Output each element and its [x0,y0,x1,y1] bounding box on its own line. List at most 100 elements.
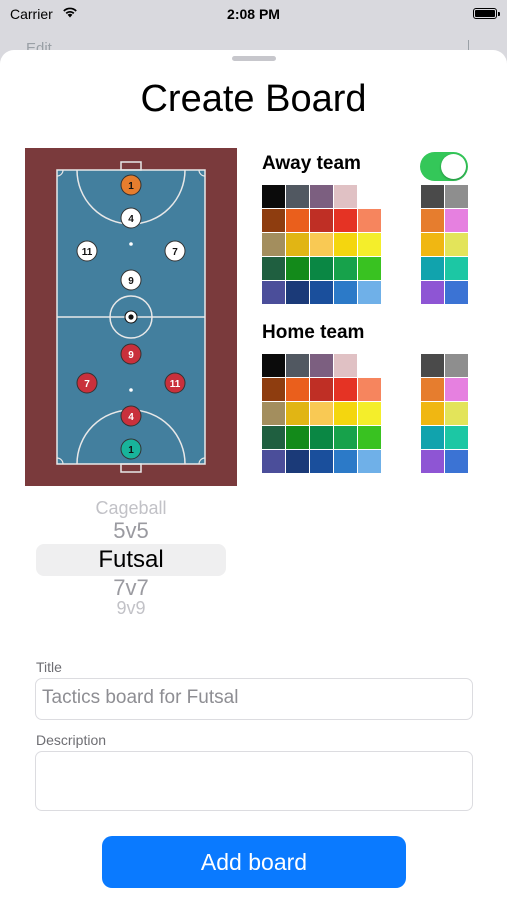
home-player-token[interactable]: 9 [120,343,142,365]
away-team-color-swatch[interactable] [286,281,309,304]
picker-option[interactable]: Cageball [36,498,226,519]
home-team-color-swatch[interactable] [445,402,468,425]
home-team-color-swatch[interactable] [358,426,381,449]
home-team-color-swatch[interactable] [334,402,357,425]
svg-text:11: 11 [170,379,181,390]
away-team-color-swatch[interactable] [286,209,309,232]
away-team-color-swatch[interactable] [421,257,444,280]
home-team-color-swatch[interactable] [334,378,357,401]
home-team-color-swatch[interactable] [310,450,333,473]
home-team-color-swatch[interactable] [286,426,309,449]
away-player-token[interactable]: 11 [76,240,98,262]
home-player-token[interactable]: 11 [164,372,186,394]
away-team-color-swatch[interactable] [334,281,357,304]
away-team-color-swatch[interactable] [445,257,468,280]
home-team-color-swatch[interactable] [286,450,309,473]
away-team-color-swatch[interactable] [358,185,381,208]
home-team-color-swatch[interactable] [262,402,285,425]
away-team-color-swatch[interactable] [286,233,309,256]
home-team-color-swatch[interactable] [421,426,444,449]
home-team-color-swatch[interactable] [262,354,285,377]
title-field[interactable]: Tactics board for Futsal [35,678,473,720]
away-team-color-swatch[interactable] [445,209,468,232]
away-team-color-swatch[interactable] [310,257,333,280]
away-team-color-swatch[interactable] [358,233,381,256]
home-team-color-swatch[interactable] [445,378,468,401]
away-team-color-swatch[interactable] [358,281,381,304]
picker-option[interactable]: 5v5 [36,518,226,544]
away-team-color-swatch[interactable] [334,209,357,232]
ball-token[interactable] [124,310,138,324]
home-team-color-swatch[interactable] [421,450,444,473]
picker-option[interactable]: 9v9 [36,598,226,614]
away-team-color-swatch[interactable] [262,209,285,232]
away-team-color-swatch[interactable] [445,233,468,256]
home-player-token[interactable]: 4 [120,405,142,427]
away-team-color-swatch[interactable] [334,257,357,280]
title-field-label: Title [36,659,62,675]
home-team-color-swatch[interactable] [445,354,468,377]
away-team-color-swatch[interactable] [421,233,444,256]
away-team-color-swatch[interactable] [421,281,444,304]
away-team-color-swatch[interactable] [262,185,285,208]
home-team-color-swatch[interactable] [358,450,381,473]
away-team-color-swatch[interactable] [310,281,333,304]
home-team-color-swatch[interactable] [262,378,285,401]
home-player-token[interactable]: 1 [120,438,142,460]
away-team-color-swatch[interactable] [310,209,333,232]
away-team-color-swatch[interactable] [262,281,285,304]
home-team-color-swatch[interactable] [310,402,333,425]
away-team-color-swatch[interactable] [262,257,285,280]
home-team-color-swatch[interactable] [286,402,309,425]
home-team-color-swatch[interactable] [310,378,333,401]
clock: 2:08 PM [227,6,280,22]
home-team-color-swatch[interactable] [334,450,357,473]
home-team-color-swatch[interactable] [286,378,309,401]
picker-option-selected[interactable]: Futsal [36,546,226,574]
away-team-color-swatch[interactable] [421,185,444,208]
home-team-color-swatch[interactable] [421,378,444,401]
away-team-color-swatch[interactable] [358,257,381,280]
home-team-color-swatch[interactable] [334,426,357,449]
away-team-color-swatch[interactable] [286,257,309,280]
svg-text:1: 1 [128,181,134,192]
home-team-color-swatch[interactable] [262,450,285,473]
battery-icon [473,8,500,19]
away-team-color-grid [262,185,382,305]
home-team-color-swatch[interactable] [286,354,309,377]
home-team-color-swatch[interactable] [310,354,333,377]
board-type-picker[interactable]: Cageball 5v5 Futsal 7v7 9v9 [36,498,226,620]
home-team-color-swatch[interactable] [445,450,468,473]
home-team-color-swatch[interactable] [334,354,357,377]
status-bar: Carrier 2:08 PM [0,0,507,28]
away-team-toggle[interactable] [420,152,468,181]
away-team-color-swatch[interactable] [334,185,357,208]
away-team-color-swatch[interactable] [358,209,381,232]
add-board-button[interactable]: Add board [102,836,406,888]
home-team-color-swatch[interactable] [310,426,333,449]
home-team-color-swatch[interactable] [358,402,381,425]
away-team-color-swatch[interactable] [310,185,333,208]
away-team-color-swatch[interactable] [310,233,333,256]
home-team-color-swatch[interactable] [262,426,285,449]
away-player-token[interactable]: 7 [164,240,186,262]
sheet-grabber[interactable] [232,56,276,61]
description-field[interactable] [35,751,473,811]
away-team-color-swatch[interactable] [421,209,444,232]
home-team-color-swatch[interactable] [358,354,381,377]
away-player-token[interactable]: 9 [120,269,142,291]
away-team-color-swatch[interactable] [334,233,357,256]
home-team-color-swatch[interactable] [421,402,444,425]
away-team-color-swatch[interactable] [286,185,309,208]
futsal-court-preview[interactable]: 1 4 11 7 9 9 7 11 4 1 [25,148,237,486]
away-player-token[interactable]: 1 [120,174,142,196]
away-team-color-swatch[interactable] [262,233,285,256]
home-team-color-swatch[interactable] [358,378,381,401]
away-team-color-swatch[interactable] [445,281,468,304]
away-team-color-swatch[interactable] [445,185,468,208]
home-player-token[interactable]: 7 [76,372,98,394]
away-player-token[interactable]: 4 [120,207,142,229]
home-team-color-swatch[interactable] [445,426,468,449]
home-team-color-swatch[interactable] [421,354,444,377]
away-team-extra-color-grid [421,185,469,305]
